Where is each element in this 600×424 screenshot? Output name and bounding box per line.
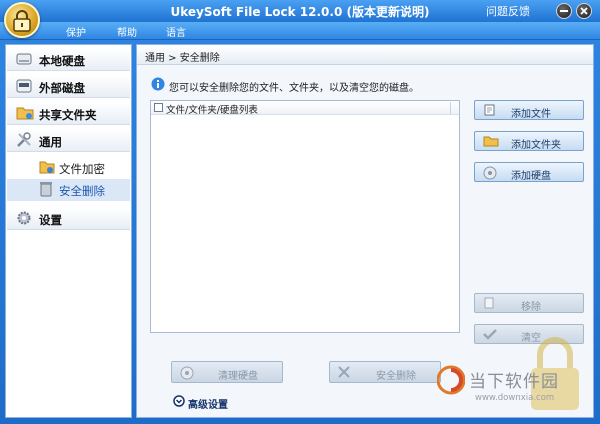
padlock-icon <box>13 10 31 32</box>
checkmark-icon <box>483 328 497 343</box>
remove-icon <box>483 297 495 312</box>
sidebar-item-settings[interactable]: 设置 <box>7 207 130 230</box>
sidebar-item-label: 外部磁盘 <box>39 81 85 95</box>
sidebar-subitem-label: 文件加密 <box>59 162 105 176</box>
gear-icon <box>16 210 32 229</box>
sidebar-item-shared-folder[interactable]: 共享文件夹 <box>7 102 130 125</box>
remove-button[interactable]: 移除 <box>474 293 584 313</box>
watermark-text: 当下软件园 <box>469 372 559 392</box>
watermark-url: www.downxia.com <box>475 393 555 403</box>
folder-add-icon <box>483 135 499 150</box>
sidebar: 本地硬盘 外部磁盘 共享文件夹 通用 文件加密 安全删除 设置 <box>5 44 132 418</box>
file-list-header: 文件/文件夹/硬盘列表 <box>151 101 459 116</box>
hard-drive-icon <box>16 51 32 70</box>
sidebar-item-label: 本地硬盘 <box>39 54 85 68</box>
clean-disk-button[interactable]: 清理硬盘 <box>171 361 283 383</box>
app-logo <box>4 2 40 38</box>
close-button[interactable] <box>576 3 592 19</box>
app-window: UkeySoft File Lock 12.0.0 (版本更新说明) 问题反馈 … <box>0 0 600 424</box>
minimize-button[interactable] <box>556 3 572 19</box>
add-disk-button[interactable]: 添加硬盘 <box>474 162 584 182</box>
menu-language[interactable]: 语言 <box>166 24 186 39</box>
menu-protect[interactable]: 保护 <box>66 24 86 39</box>
select-all-checkbox[interactable] <box>154 103 163 112</box>
sidebar-item-label: 通用 <box>39 135 62 149</box>
sidebar-item-local-disk[interactable]: 本地硬盘 <box>7 48 130 71</box>
add-file-button[interactable]: 添加文件 <box>474 100 584 120</box>
trash-icon <box>39 181 53 200</box>
column-divider <box>450 102 451 114</box>
info-text: 您可以安全删除您的文件、文件夹，以及清空您的磁盘。 <box>169 83 419 94</box>
remove-label: 移除 <box>521 302 541 313</box>
sidebar-item-general[interactable]: 通用 <box>7 129 130 152</box>
sidebar-item-label: 设置 <box>39 213 62 227</box>
file-add-icon <box>483 104 497 119</box>
downxia-logo-icon <box>437 365 465 395</box>
tools-icon <box>16 132 32 151</box>
shared-folder-icon <box>16 105 34 124</box>
add-folder-label: 添加文件夹 <box>511 140 561 151</box>
title-bar: UkeySoft File Lock 12.0.0 (版本更新说明) 问题反馈 <box>0 0 600 22</box>
delete-x-icon <box>338 366 350 381</box>
advanced-settings-link[interactable]: 高级设置 <box>173 395 228 411</box>
minimize-icon <box>560 10 568 12</box>
menu-help[interactable]: 帮助 <box>117 24 137 39</box>
disk-add-icon <box>483 166 497 183</box>
sidebar-subitem-label: 安全删除 <box>59 184 105 198</box>
sidebar-item-label: 共享文件夹 <box>39 108 97 122</box>
usb-drive-icon <box>16 78 32 97</box>
breadcrumb-bar: 通用 > 安全删除 <box>137 45 593 65</box>
file-list[interactable]: 文件/文件夹/硬盘列表 <box>150 100 460 333</box>
menu-bar: 保护 帮助 语言 <box>0 22 600 40</box>
secure-delete-label: 安全删除 <box>376 371 416 382</box>
add-folder-button[interactable]: 添加文件夹 <box>474 131 584 151</box>
sidebar-subitem-secure-delete[interactable]: 安全删除 <box>7 179 130 201</box>
add-file-label: 添加文件 <box>511 109 551 120</box>
close-icon <box>580 7 588 15</box>
secure-delete-button[interactable]: 安全删除 <box>329 361 441 383</box>
expand-circle-icon <box>173 395 185 407</box>
clean-disk-label: 清理硬盘 <box>218 371 258 382</box>
main-panel: 通用 > 安全删除 您可以安全删除您的文件、文件夹，以及清空您的磁盘。 文件/文… <box>136 44 594 418</box>
sidebar-item-external-disk[interactable]: 外部磁盘 <box>7 75 130 98</box>
column-header: 文件/文件夹/硬盘列表 <box>166 105 258 116</box>
breadcrumb: 通用 > 安全删除 <box>145 53 220 64</box>
info-icon <box>151 77 165 91</box>
feedback-link[interactable]: 问题反馈 <box>486 3 530 19</box>
disk-clean-icon <box>180 366 194 383</box>
folder-lock-icon <box>39 159 55 178</box>
add-disk-label: 添加硬盘 <box>511 171 551 182</box>
watermark: 当下软件园 www.downxia.com <box>437 363 587 413</box>
advanced-settings-label: 高级设置 <box>188 400 228 411</box>
sidebar-subitem-file-encrypt[interactable]: 文件加密 <box>7 157 130 179</box>
